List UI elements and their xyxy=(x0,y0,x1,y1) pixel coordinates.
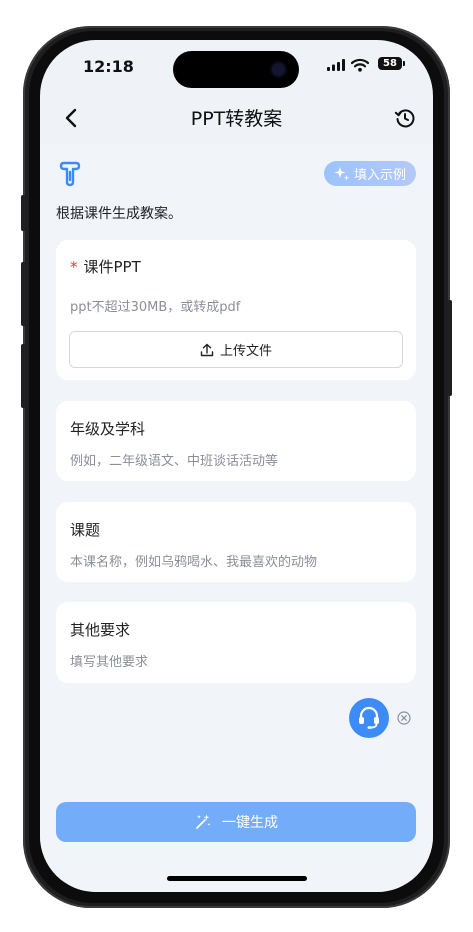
camera-icon xyxy=(272,63,285,76)
sparkle-icon xyxy=(334,166,350,180)
app-logo-icon xyxy=(59,161,81,187)
courseware-label-text: 课件PPT xyxy=(83,258,141,276)
page-title: PPT转教案 xyxy=(190,108,283,130)
screen: 12:18 58 PPT转教案 填入示例 根据课件生成教案。 * 课件PPT p… xyxy=(40,40,433,892)
nav-bar: PPT转教案 xyxy=(40,94,433,142)
other-requirements-label: 其他要求 xyxy=(70,621,131,639)
generate-label: 一键生成 xyxy=(222,815,278,831)
phone-action-button xyxy=(21,195,26,231)
battery-level: 58 xyxy=(383,58,397,69)
grade-subject-label: 年级及学科 xyxy=(70,420,146,438)
wifi-icon xyxy=(351,58,369,72)
status-time: 12:18 xyxy=(83,57,134,76)
phone-power-button xyxy=(447,300,452,396)
magic-wand-icon xyxy=(196,814,211,829)
cellular-signal-icon xyxy=(327,59,345,71)
topic-label: 课题 xyxy=(70,521,101,539)
courseware-card: * 课件PPT ppt不超过30MB，或转成pdf 上传文件 xyxy=(56,240,416,380)
main-content: 填入示例 根据课件生成教案。 * 课件PPT ppt不超过30MB，或转成pdf … xyxy=(40,144,433,892)
phone-volume-down-button xyxy=(21,344,26,408)
required-mark: * xyxy=(70,258,78,276)
generate-button[interactable]: 一键生成 xyxy=(56,802,416,842)
history-icon[interactable] xyxy=(393,106,417,130)
courseware-label: * 课件PPT xyxy=(70,256,141,277)
grade-subject-input[interactable]: 例如，二年级语文、中班谈话活动等 xyxy=(70,450,278,469)
other-requirements-input[interactable]: 填写其他要求 xyxy=(70,651,148,670)
topic-input[interactable]: 本课名称，例如乌鸦喝水、我最喜欢的动物 xyxy=(70,551,317,570)
close-circle-icon[interactable] xyxy=(397,711,411,725)
headset-icon xyxy=(359,706,379,729)
home-indicator[interactable] xyxy=(167,876,307,881)
fill-example-label: 填入示例 xyxy=(353,168,406,183)
upload-file-label: 上传文件 xyxy=(219,344,272,359)
battery-icon: 58 xyxy=(378,57,405,70)
upload-icon xyxy=(200,343,214,356)
phone-volume-up-button xyxy=(21,262,26,326)
grade-subject-card[interactable]: 年级及学科 例如，二年级语文、中班谈话活动等 xyxy=(56,401,416,481)
upload-file-button[interactable]: 上传文件 xyxy=(69,331,403,368)
status-bar: 12:18 58 xyxy=(40,40,433,94)
page-description: 根据课件生成教案。 xyxy=(56,206,182,222)
fill-example-button[interactable]: 填入示例 xyxy=(324,161,416,186)
dynamic-island xyxy=(173,51,299,88)
topic-card[interactable]: 课题 本课名称，例如乌鸦喝水、我最喜欢的动物 xyxy=(56,502,416,582)
other-requirements-card[interactable]: 其他要求 填写其他要求 xyxy=(56,602,416,683)
courseware-hint: ppt不超过30MB，或转成pdf xyxy=(70,300,241,315)
customer-support-button[interactable] xyxy=(349,698,389,738)
